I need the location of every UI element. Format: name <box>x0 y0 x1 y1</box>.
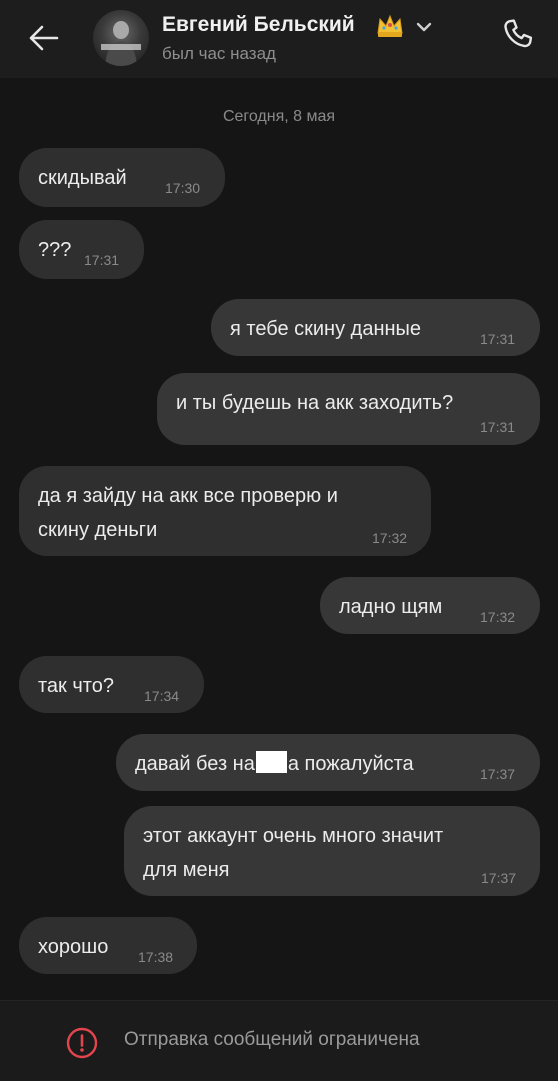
message-time: 17:31 <box>84 252 120 268</box>
message-time: 17:31 <box>480 419 516 435</box>
message-bubble-incoming[interactable]: да я зайду на акк все проверю и скину де… <box>19 466 431 556</box>
message-time: 17:37 <box>480 766 516 782</box>
arrow-left-icon <box>29 25 59 51</box>
message-bubble-incoming[interactable]: хорошо 17:38 <box>19 917 197 974</box>
message-time: 17:34 <box>144 688 180 704</box>
message-text: давай без на а пожалуйста <box>135 747 522 781</box>
message-bubble-incoming[interactable]: так что? 17:34 <box>19 656 204 713</box>
call-button[interactable] <box>496 13 540 57</box>
crown-emoji <box>377 14 403 37</box>
phone-icon <box>504 19 533 48</box>
redaction-box <box>255 751 287 773</box>
message-text-line: да я зайду на акк все проверю и <box>38 485 338 507</box>
message-bubble-incoming[interactable]: ??? 17:31 <box>19 220 144 279</box>
last-seen-status: был час назад <box>162 44 276 63</box>
message-time: 17:30 <box>165 180 201 196</box>
back-button[interactable] <box>22 16 66 60</box>
message-bubble-outgoing[interactable]: давай без на а пожалуйста 17:37 <box>116 734 540 791</box>
message-bubble-outgoing[interactable]: я тебе скину данные 17:31 <box>211 299 540 356</box>
message-text: я тебе скину данные <box>230 318 422 340</box>
message-time: 17:37 <box>481 870 517 886</box>
message-text-line: для меня <box>143 859 230 881</box>
message-bubble-incoming[interactable]: скидывай 17:30 <box>19 148 225 207</box>
alert-circle-icon <box>66 1027 98 1059</box>
message-text-line: скину деньги <box>38 519 158 541</box>
message-bubble-outgoing[interactable]: и ты будешь на акк заходить? 17:31 <box>157 373 540 445</box>
message-text-part: давай без на <box>135 753 255 775</box>
message-text: и ты будешь на акк заходить? <box>176 392 454 414</box>
message-time: 17:32 <box>480 609 516 625</box>
chat-header: Евгений Бельский был час назад <box>0 0 558 78</box>
avatar[interactable] <box>93 10 149 66</box>
message-text-part: а пожалуйста <box>287 753 414 775</box>
contact-name[interactable]: Евгений Бельский <box>162 13 355 37</box>
restriction-notice: Отправка сообщений ограничена <box>124 1029 420 1050</box>
message-time: 17:32 <box>372 530 408 546</box>
message-time: 17:38 <box>138 949 174 965</box>
avatar-image <box>101 21 141 66</box>
message-bubble-outgoing[interactable]: ладно щям 17:32 <box>320 577 540 634</box>
message-bubble-outgoing[interactable]: этот аккаунт очень много значит для меня… <box>124 806 540 896</box>
messaging-restricted-bar: Отправка сообщений ограничена <box>0 1000 558 1081</box>
message-time: 17:31 <box>480 331 516 347</box>
date-divider: Сегодня, 8 мая <box>222 108 336 125</box>
message-text-line: этот аккаунт очень много значит <box>143 825 444 847</box>
chevron-down-icon[interactable] <box>415 20 433 34</box>
